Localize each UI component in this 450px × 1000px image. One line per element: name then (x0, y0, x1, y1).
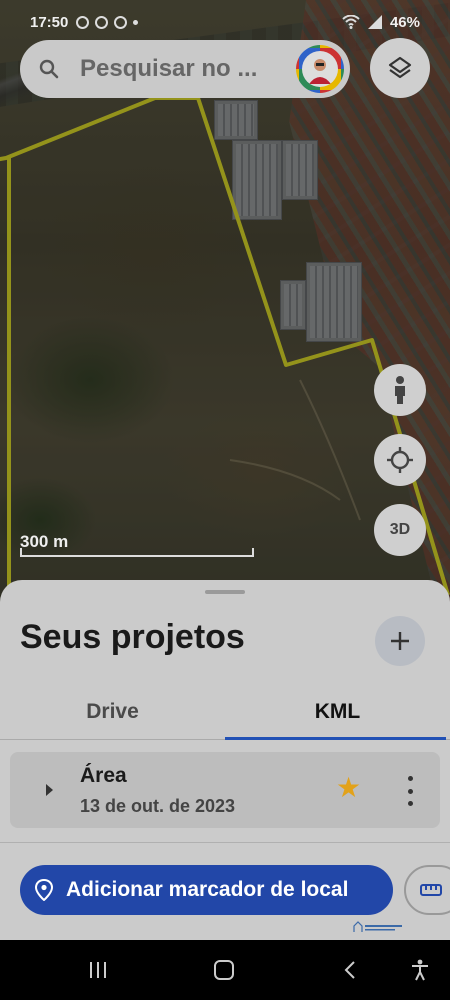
projects-sheet: Seus projetos Drive KML Área 13 de out. … (0, 580, 450, 940)
status-bar: 17:50 46% (0, 0, 450, 44)
layers-icon (388, 56, 412, 79)
tab-kml-label: KML (314, 699, 361, 723)
wifi-icon (342, 15, 360, 29)
person-icon (395, 376, 405, 404)
battery-percent: 46% (389, 13, 420, 31)
search-input[interactable]: Pesquisar no ... (80, 55, 296, 83)
star-icon[interactable]: ★ (336, 774, 361, 802)
plus-icon (391, 632, 409, 650)
chrome-notification-icon (76, 15, 90, 29)
watermark-logo (353, 921, 402, 932)
sheet-divider (0, 842, 450, 843)
project-title: Área (80, 764, 127, 787)
view-3d-button[interactable]: 3D (374, 504, 426, 556)
add-place-label: Adicionar marcador de local (66, 878, 349, 901)
scale-bar (20, 548, 254, 557)
project-date: 13 de out. de 2023 (80, 796, 236, 816)
user-avatar-icon (309, 59, 331, 84)
tab-kml[interactable]: KML (225, 684, 450, 740)
project-item[interactable]: Área 13 de out. de 2023 ★ (10, 752, 440, 828)
search-icon (39, 59, 59, 79)
chrome-notification-icon (114, 15, 128, 29)
sheet-title: Seus projetos (20, 618, 245, 656)
project-tabs: Drive KML (0, 684, 450, 740)
account-avatar[interactable] (296, 45, 344, 93)
location-pin-icon (34, 879, 54, 901)
avatar-photo (302, 51, 338, 87)
sheet-drag-handle[interactable] (205, 590, 245, 594)
expand-caret-icon[interactable] (46, 784, 53, 796)
back-icon[interactable] (340, 958, 360, 982)
notification-icons (76, 15, 139, 29)
more-options-icon[interactable] (400, 776, 420, 806)
chrome-notification-icon (95, 15, 109, 29)
ruler-icon (420, 884, 442, 896)
system-nav-bar (0, 940, 450, 1000)
street-view-button[interactable] (374, 364, 426, 416)
tab-drive-label: Drive (86, 699, 139, 723)
search-bar[interactable]: Pesquisar no ... (20, 40, 350, 98)
add-place-marker-button[interactable]: Adicionar marcador de local (20, 865, 393, 915)
add-project-button[interactable] (375, 616, 425, 666)
crosshair-icon (387, 447, 413, 473)
tab-drive[interactable]: Drive (0, 684, 225, 739)
recents-icon[interactable] (86, 958, 110, 982)
view-3d-label: 3D (389, 521, 411, 538)
layers-button[interactable] (370, 38, 430, 98)
my-location-button[interactable] (374, 434, 426, 486)
measure-button[interactable] (404, 865, 450, 915)
more-notifications-icon (133, 19, 139, 25)
home-icon[interactable] (212, 958, 236, 982)
signal-icon (367, 15, 382, 29)
status-time: 17:50 (30, 13, 69, 31)
accessibility-icon[interactable] (408, 958, 432, 982)
status-right: 46% (342, 14, 420, 31)
